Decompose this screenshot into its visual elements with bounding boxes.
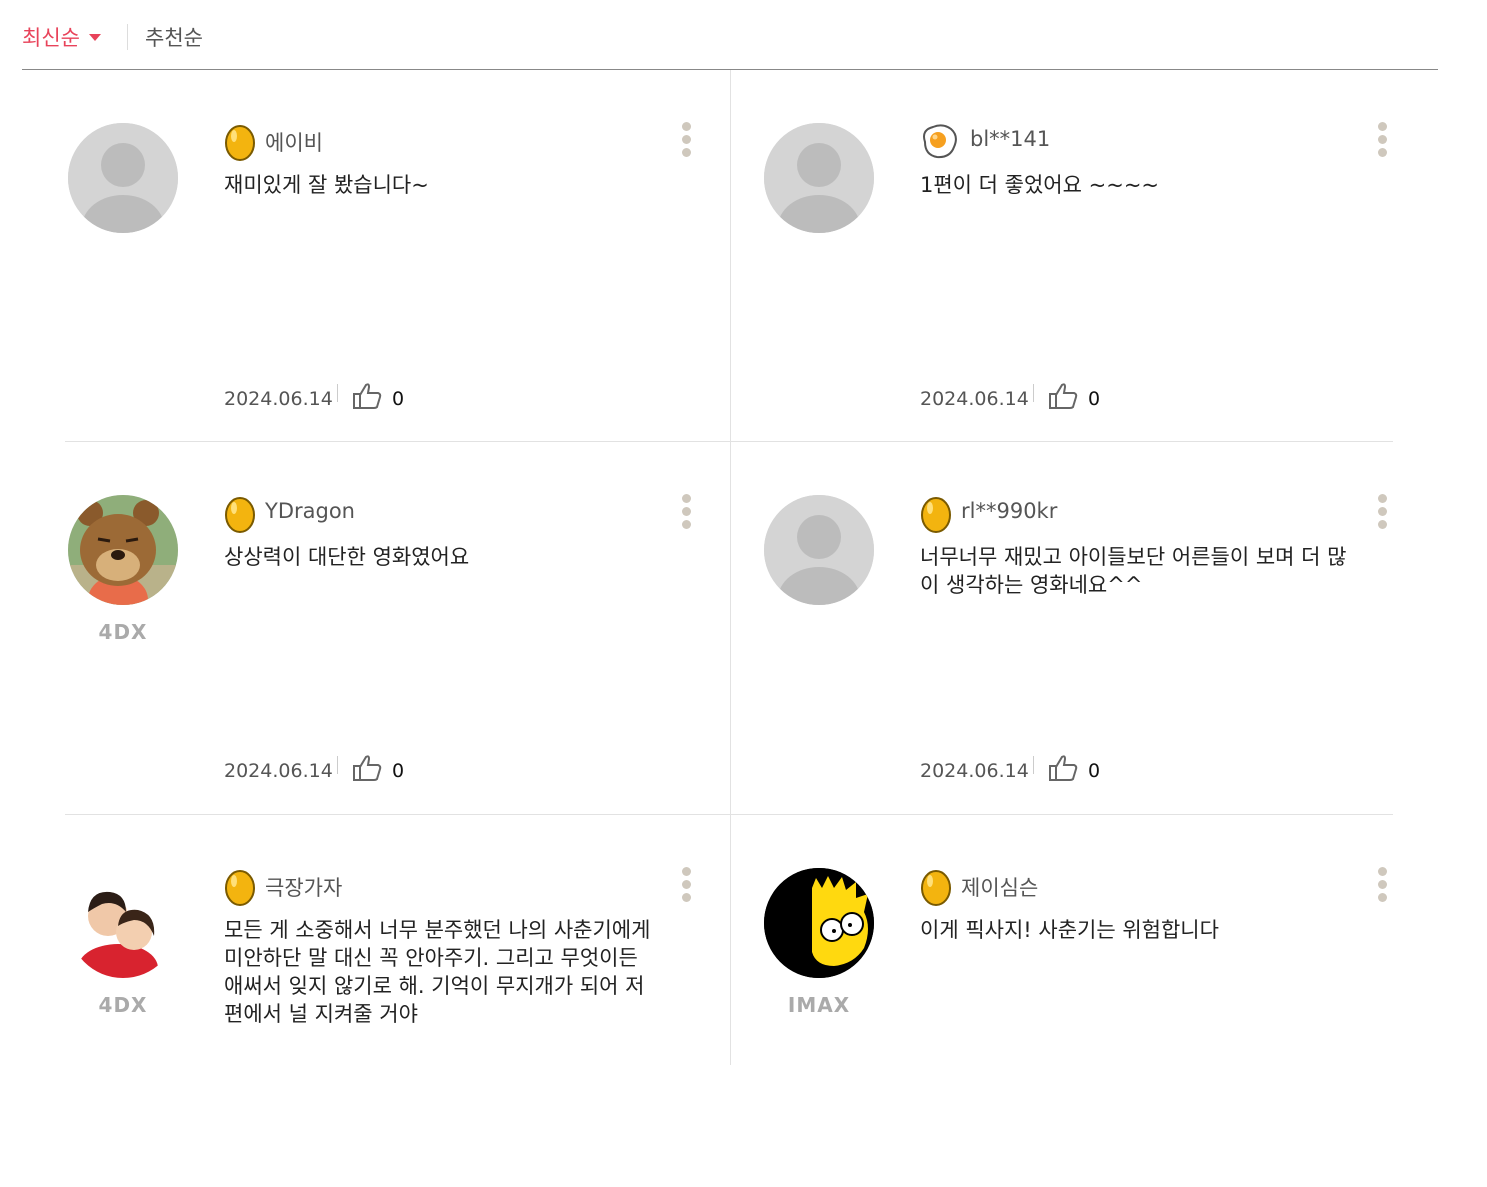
review-text: 재미있게 잘 봤습니다~ bbox=[224, 173, 429, 197]
date-divider bbox=[337, 384, 338, 402]
gold-egg-icon bbox=[919, 867, 953, 907]
sort-divider bbox=[127, 24, 128, 50]
gold-egg-icon bbox=[223, 122, 257, 162]
date-divider bbox=[337, 756, 338, 774]
more-options-icon[interactable] bbox=[1375, 494, 1389, 534]
gold-egg-icon bbox=[919, 494, 953, 534]
gold-egg-icon bbox=[223, 867, 257, 907]
review-date: 2024.06.14 bbox=[224, 760, 333, 782]
sort-bar: 최신순 추천순 bbox=[22, 0, 1438, 70]
nickname: 제이심슨 bbox=[961, 876, 1039, 900]
fried-egg-icon bbox=[919, 122, 957, 162]
gold-egg-icon bbox=[223, 494, 257, 534]
thumbs-up-icon[interactable] bbox=[352, 382, 382, 410]
review-text: 이게 픽사지! 사춘기는 위험합니다 bbox=[920, 918, 1219, 942]
avatar[interactable] bbox=[68, 123, 178, 233]
thumbs-up-icon[interactable] bbox=[1048, 754, 1078, 782]
avatar[interactable] bbox=[764, 868, 874, 978]
review-card: IMAX 제이심슨 이게 픽사지! 사춘기는 위험합니다 bbox=[762, 815, 1427, 1187]
review-date: 2024.06.14 bbox=[920, 388, 1029, 410]
avatar[interactable] bbox=[764, 495, 874, 605]
thumbs-up-icon[interactable] bbox=[352, 754, 382, 782]
review-card: bl**141 1편이 더 좋었어요 ~~~~ 2024.06.14 0 bbox=[762, 70, 1427, 442]
4dx-badge: 4DX bbox=[98, 620, 148, 644]
sort-latest-label: 최신순 bbox=[22, 26, 80, 50]
caret-down-icon bbox=[88, 34, 101, 41]
like-count: 0 bbox=[392, 388, 405, 410]
more-options-icon[interactable] bbox=[1375, 122, 1389, 162]
review-date: 2024.06.14 bbox=[920, 760, 1029, 782]
thumbs-up-icon[interactable] bbox=[1048, 382, 1078, 410]
more-options-icon[interactable] bbox=[679, 494, 693, 534]
like-count: 0 bbox=[1088, 760, 1101, 782]
imax-badge: IMAX bbox=[787, 993, 851, 1017]
avatar[interactable] bbox=[68, 495, 178, 605]
review-text: 1편이 더 좋었어요 ~~~~ bbox=[920, 173, 1160, 197]
avatar[interactable] bbox=[68, 868, 178, 978]
sort-latest-button[interactable]: 최신순 bbox=[22, 22, 101, 52]
4dx-badge: 4DX bbox=[98, 993, 148, 1017]
review-card: 에이비 재미있게 잘 봤습니다~ 2024.06.14 0 bbox=[66, 70, 731, 442]
more-options-icon[interactable] bbox=[679, 867, 693, 907]
nickname: YDragon bbox=[265, 499, 355, 523]
sort-recommended-button[interactable]: 추천순 bbox=[145, 22, 203, 52]
review-date: 2024.06.14 bbox=[224, 388, 333, 410]
nickname: rl**990kr bbox=[961, 499, 1058, 523]
nickname: 에이비 bbox=[265, 131, 323, 155]
review-text: 상상력이 대단한 영화였어요 bbox=[224, 545, 470, 569]
more-options-icon[interactable] bbox=[1375, 867, 1389, 907]
sort-recommended-label: 추천순 bbox=[145, 26, 203, 50]
date-divider bbox=[1033, 384, 1034, 402]
like-count: 0 bbox=[392, 760, 405, 782]
like-count: 0 bbox=[1088, 388, 1101, 410]
nickname: bl**141 bbox=[970, 127, 1051, 151]
review-text: 모든 게 소중해서 너무 분주했던 나의 사춘기에게 미안하단 말 대신 꼭 안… bbox=[224, 918, 651, 1026]
review-text: 너무너무 재밌고 아이들보단 어른들이 보며 더 많이 생각하는 영화네요^^ bbox=[920, 545, 1347, 597]
review-card: rl**990kr 너무너무 재밌고 아이들보단 어른들이 보며 더 많이 생각… bbox=[762, 442, 1427, 814]
avatar[interactable] bbox=[764, 123, 874, 233]
review-card: 4DX YDragon 상상력이 대단한 영화였어요 2024.06.14 0 bbox=[66, 442, 731, 814]
review-card: 4DX 극장가자 모든 게 소중해서 너무 분주했던 나의 사춘기에게 미안하단… bbox=[66, 815, 731, 1187]
nickname: 극장가자 bbox=[265, 876, 343, 900]
more-options-icon[interactable] bbox=[679, 122, 693, 162]
date-divider bbox=[1033, 756, 1034, 774]
